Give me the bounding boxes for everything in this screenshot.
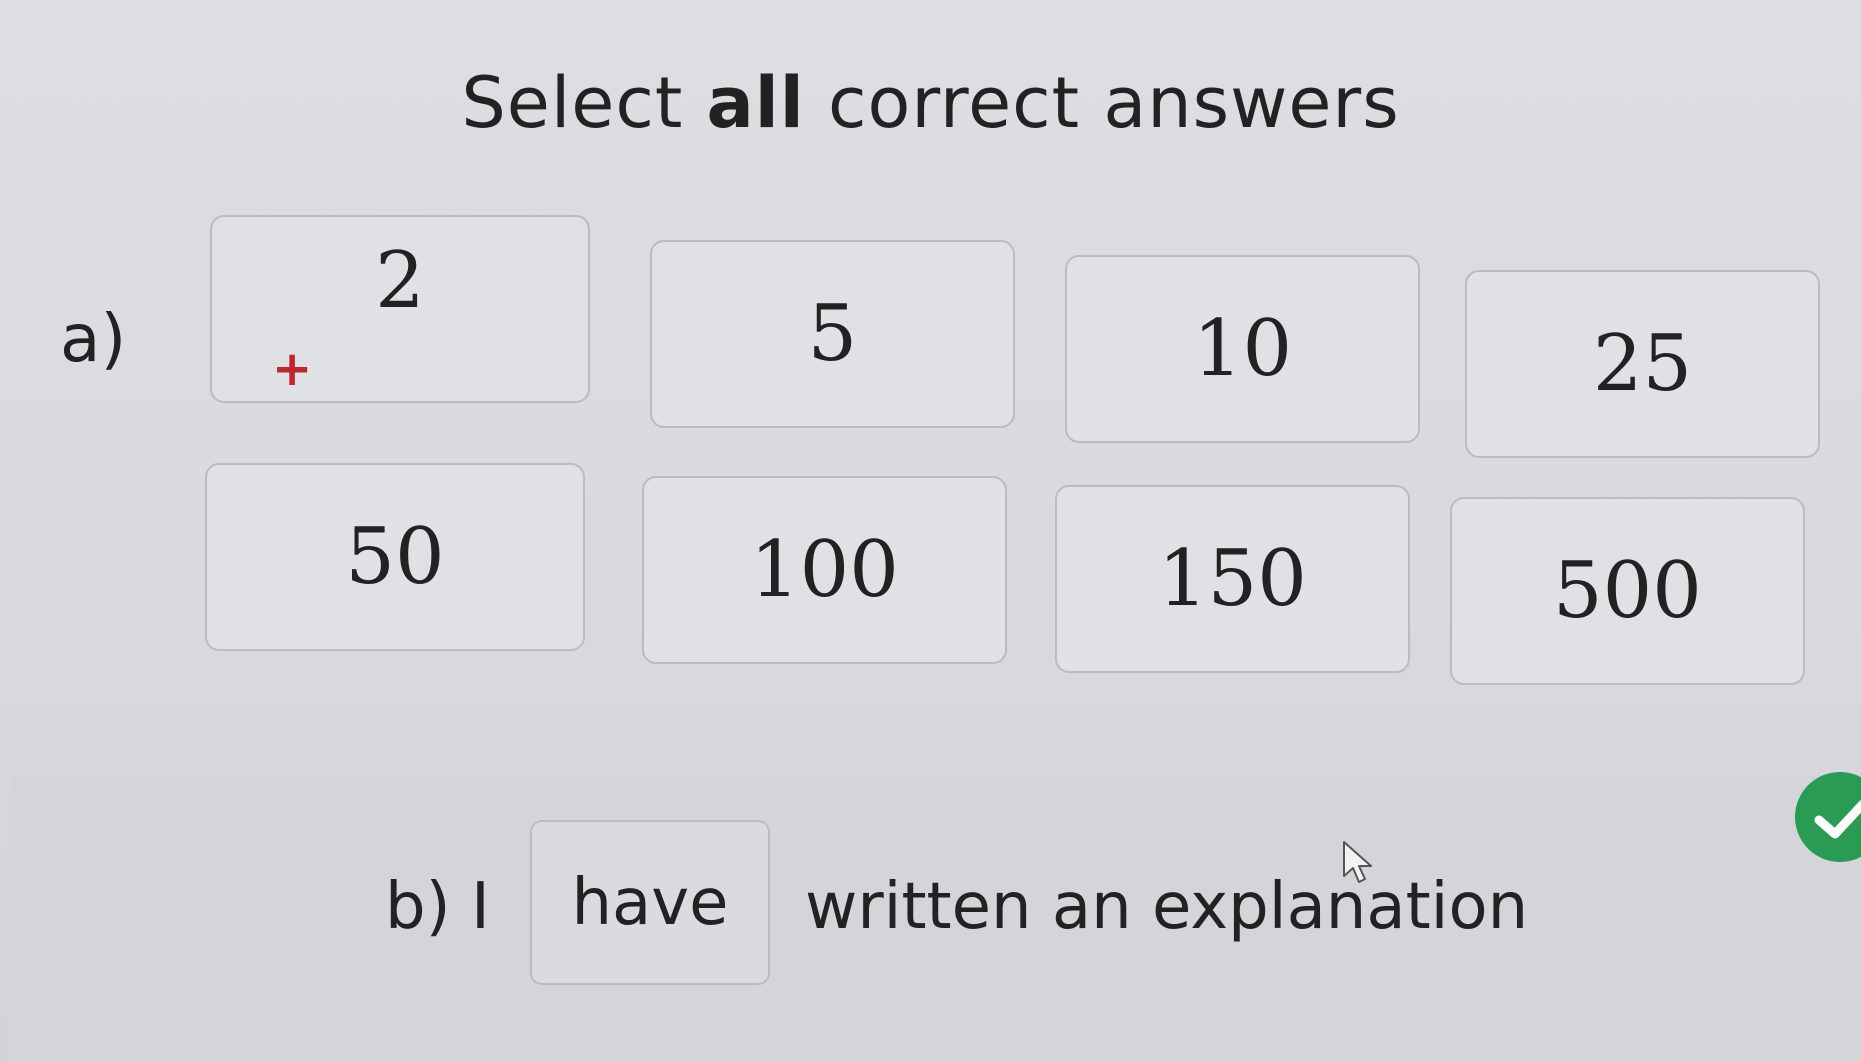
option-value: 2 (375, 236, 425, 326)
option-value: 150 (1158, 534, 1307, 624)
option-500[interactable]: 500 (1450, 497, 1805, 685)
question-b-prefix: b) I (385, 870, 490, 944)
option-10[interactable]: 10 (1065, 255, 1420, 443)
question-a-label: a) (60, 300, 127, 377)
question-b-suffix: written an explanation (805, 870, 1529, 944)
title-post: correct answers (804, 62, 1400, 144)
option-value: 10 (1192, 304, 1293, 394)
option-value: 25 (1592, 319, 1693, 409)
option-value: 5 (807, 289, 858, 379)
title-bold: all (706, 62, 805, 144)
option-value: 100 (750, 525, 899, 615)
check-mark-icon (1814, 799, 1861, 839)
have-choice-label: have (571, 865, 729, 940)
option-150[interactable]: 150 (1055, 485, 1410, 673)
title-pre: Select (461, 62, 707, 144)
option-value: 50 (345, 512, 445, 602)
option-2[interactable]: 2 + (210, 215, 590, 403)
option-50[interactable]: 50 (205, 463, 585, 651)
plus-marker: + (272, 341, 313, 397)
option-100[interactable]: 100 (642, 476, 1007, 664)
option-value: 500 (1553, 546, 1702, 636)
have-choice-box[interactable]: have (530, 820, 770, 985)
option-25[interactable]: 25 (1465, 270, 1820, 458)
page-title: Select all correct answers (0, 62, 1861, 144)
mouse-pointer-icon (1343, 841, 1372, 883)
option-5[interactable]: 5 (650, 240, 1015, 428)
